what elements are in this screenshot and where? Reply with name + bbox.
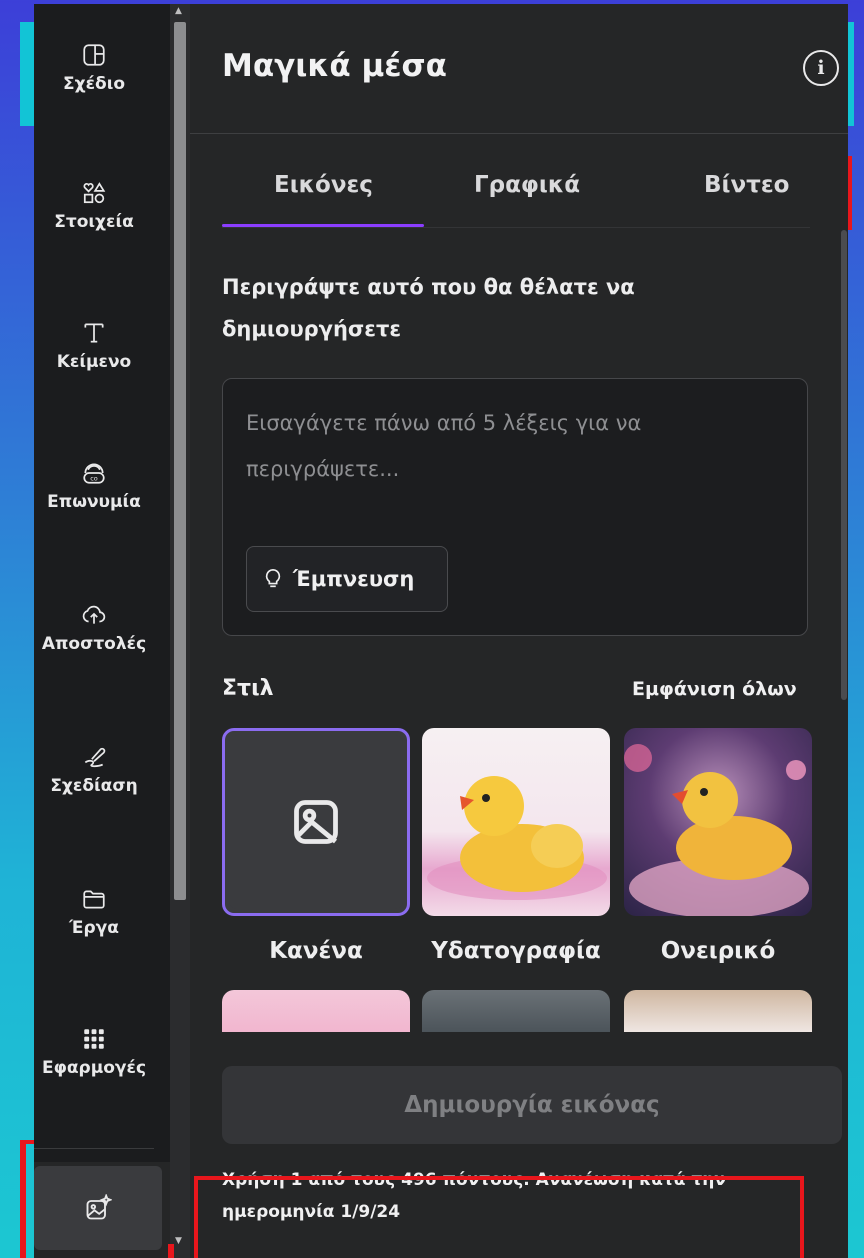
sidebar-item-design[interactable]: Σχέδιο [20,42,168,152]
brand-icon: co [83,463,105,484]
active-tab-indicator [222,224,424,227]
style-card-dreamy[interactable] [624,728,812,916]
sidebar-item-label: Αποστολές [41,634,147,654]
cloud-upload-icon [82,605,106,624]
sidebar-item-label: Σχεδίαση [50,776,138,796]
style-card-row2-3[interactable] [624,990,812,1032]
tabs-divider [222,227,810,228]
highlight-mark-left-bottom [168,1244,174,1258]
style-label-watercolor: Υδατογραφία [431,938,601,964]
apps-grid-icon [84,1029,104,1049]
sidebar-item-label: Στοιχεία [54,212,134,232]
style-label-dreamy: Ονειρικό [660,938,776,964]
sidebar-scrollbar-thumb[interactable] [174,22,186,900]
prompt-heading: Περιγράψτε αυτό που θα θέλατε να δημιουρ… [222,275,635,341]
sidebar-item-apps[interactable]: Εφαρμογές [20,1026,168,1136]
sidebar-item-draw[interactable]: Σχεδίαση [20,744,168,854]
dreamy-duck-thumbnail [624,744,809,916]
scroll-up-arrow-icon[interactable]: ▲ [175,6,182,16]
folder-icon [83,890,105,909]
sidebar-item-label: Σχέδιο [62,74,126,94]
sidebar-item-text[interactable]: Κείμενο [20,320,168,430]
scroll-down-arrow-icon[interactable]: ▼ [175,1236,182,1246]
prompt-placeholder: Εισαγάγετε πάνω από 5 λέξεις για να περι… [246,411,642,481]
tab-video[interactable]: Βίντεο [704,172,789,198]
image-icon [294,800,338,844]
show-all-link[interactable]: Εμφάνιση όλων [632,678,797,700]
style-card-watercolor[interactable] [422,728,610,916]
shapes-icon [83,182,106,204]
sidebar-item-projects[interactable]: Έργα [20,886,168,996]
page-title: Μαγικά μέσα [222,48,447,84]
inspiration-button[interactable]: Έμπνευση [246,546,448,612]
inspiration-label: Έμπνευση [293,567,415,591]
generate-image-button[interactable]: Δημιουργία εικόνας [222,1066,842,1144]
sidebar-item-label: Κείμενο [56,352,132,372]
text-icon [84,323,104,343]
sidebar-item-label: Εφαρμογές [41,1058,147,1078]
style-card-row2-1[interactable] [222,990,410,1032]
sidebar-item-brand[interactable]: co Επωνυμία [20,460,168,570]
highlight-box-usage [194,1176,804,1258]
style-card-row2-2[interactable] [422,990,610,1032]
layout-icon [83,44,105,66]
sidebar-item-uploads[interactable]: Αποστολές [20,602,168,712]
highlight-mark-left [20,1140,26,1258]
style-card-none[interactable] [222,728,410,916]
tab-graphics[interactable]: Γραφικά [474,172,580,198]
watercolor-duck-thumbnail [427,776,607,900]
sidebar-item-label: Έργα [69,918,119,938]
info-icon[interactable]: i [803,50,839,86]
panel-scrollbar-thumb[interactable] [841,230,847,700]
magic-media-icon [86,1194,112,1220]
sidebar-divider [34,1148,154,1149]
header-divider [190,133,848,134]
sidebar-item-elements[interactable]: Στοιχεία [20,180,168,290]
highlight-mark-right [848,156,852,230]
svg-text:co: co [90,475,98,483]
sidebar-item-label: Επωνυμία [47,492,141,512]
lightbulb-icon [265,569,281,588]
draw-icon [84,747,106,768]
background-strip-right [848,22,854,126]
sidebar-item-magic-media[interactable] [34,1166,162,1250]
tab-images[interactable]: Εικόνες [274,172,373,198]
style-label-none: Κανένα [269,938,363,964]
style-heading: Στιλ [222,676,274,701]
highlight-mark-left-top [20,1140,34,1144]
